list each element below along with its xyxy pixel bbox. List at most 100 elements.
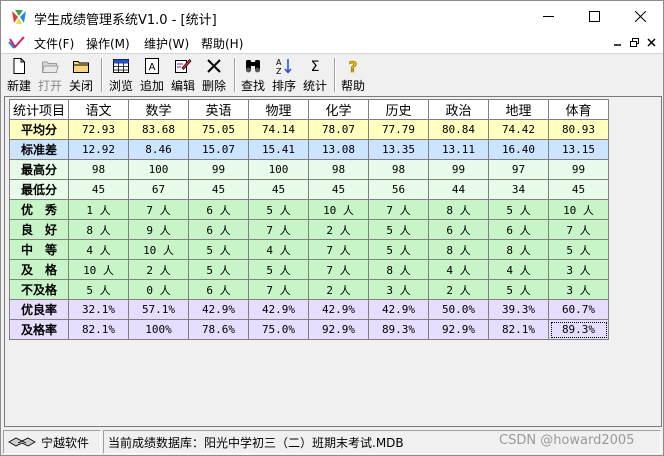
table-cell[interactable]: 100	[248, 159, 309, 180]
table-cell[interactable]: 7 人	[308, 259, 369, 280]
table-cell[interactable]: 45	[248, 179, 309, 200]
table-cell[interactable]: 2 人	[308, 279, 369, 300]
table-row[interactable]: 不及格 5 人0 人6 人7 人2 人3 人2 人5 人3 人	[9, 279, 609, 300]
table-cell[interactable]: 4 人	[248, 239, 309, 260]
table-cell[interactable]: 92.9%	[308, 319, 369, 340]
table-cell[interactable]: 10 人	[68, 259, 129, 280]
table-cell[interactable]: 5 人	[68, 279, 129, 300]
table-cell[interactable]: 75.0%	[248, 319, 309, 340]
table-cell[interactable]: 10 人	[128, 239, 189, 260]
table-cell[interactable]: 42.9%	[188, 299, 249, 320]
table-cell[interactable]: 1 人	[68, 199, 129, 220]
table-cell[interactable]: 13.08	[308, 139, 369, 160]
add-button[interactable]: A 追加	[138, 55, 166, 95]
table-cell[interactable]: 4 人	[428, 259, 489, 280]
table-cell[interactable]: 9 人	[128, 219, 189, 240]
table-cell[interactable]: 13.35	[368, 139, 429, 160]
document-menu-icon[interactable]	[8, 35, 26, 51]
table-cell[interactable]: 3 人	[548, 259, 609, 280]
table-cell[interactable]: 5 人	[368, 239, 429, 260]
table-cell[interactable]: 67	[128, 179, 189, 200]
table-cell[interactable]: 32.1%	[68, 299, 129, 320]
table-cell[interactable]: 8 人	[68, 219, 129, 240]
table-cell[interactable]: 45	[308, 179, 369, 200]
table-cell[interactable]: 8 人	[428, 199, 489, 220]
browse-button[interactable]: 浏览	[107, 55, 135, 95]
table-cell[interactable]: 8 人	[428, 239, 489, 260]
table-cell[interactable]: 78.6%	[188, 319, 249, 340]
table-cell[interactable]: 4 人	[68, 239, 129, 260]
table-cell[interactable]: 39.3%	[488, 299, 549, 320]
table-row[interactable]: 中 等4 人 10 人5 人4 人7 人5 人8 人8 人5 人	[9, 239, 609, 260]
table-cell[interactable]: 2 人	[308, 219, 369, 240]
child-minimize-button[interactable]	[610, 36, 625, 49]
table-cell[interactable]: 45	[188, 179, 249, 200]
table-row[interactable]: 标准差 12.92 8.46 15.07 15.41 13.08 13.35 13.11 16.…	[9, 139, 609, 160]
maximize-button[interactable]	[571, 1, 617, 32]
table-cell[interactable]: 5 人	[248, 199, 309, 220]
table-cell[interactable]: 82.1%	[488, 319, 549, 340]
table-cell[interactable]: 6 人	[188, 219, 249, 240]
child-restore-button[interactable]	[627, 36, 642, 49]
table-cell[interactable]: 7 人	[128, 199, 189, 220]
table-cell[interactable]: 78.07	[308, 119, 369, 140]
edit-button[interactable]: 编辑	[169, 55, 197, 95]
table-row[interactable]: 优良率 32.1% 57.1% 42.9% 42.9% 42.9% 42.9% 50.0% 39…	[9, 299, 609, 320]
table-cell[interactable]: 12.92	[68, 139, 129, 160]
table-cell[interactable]: 45	[548, 179, 609, 200]
help-button[interactable]: ? 帮助	[339, 55, 367, 95]
table-cell[interactable]: 42.9%	[368, 299, 429, 320]
column-header[interactable]: 物理	[248, 99, 309, 120]
find-button[interactable]: 查找	[239, 55, 267, 95]
table-cell[interactable]: 10 人	[548, 199, 609, 220]
table-cell[interactable]: 8 人	[488, 239, 549, 260]
table-cell[interactable]: 60.7%	[548, 299, 609, 320]
table-cell[interactable]: 97	[488, 159, 549, 180]
column-header[interactable]: 历史	[368, 99, 429, 120]
table-row[interactable]: 优 秀1 人7 人6 人5 人 10 人7 人8 人5 人 10 人	[9, 199, 609, 220]
table-row[interactable]: 良 好8 人9 人6 人7 人2 人5 人6 人6 人7 人	[9, 219, 609, 240]
table-cell[interactable]: 99	[188, 159, 249, 180]
table-cell[interactable]: 5 人	[188, 259, 249, 280]
stats-button[interactable]: Σ 统计	[301, 55, 329, 95]
table-cell[interactable]: 44	[428, 179, 489, 200]
close-document-button[interactable]: 关闭	[67, 55, 95, 95]
table-cell[interactable]: 5 人	[368, 219, 429, 240]
table-cell[interactable]: 56	[368, 179, 429, 200]
table-cell[interactable]: 6 人	[188, 199, 249, 220]
table-cell[interactable]: 8 人	[368, 259, 429, 280]
column-header[interactable]: 数学	[128, 99, 189, 120]
table-cell[interactable]: 72.93	[68, 119, 129, 140]
column-header[interactable]: 体育	[548, 99, 609, 120]
table-cell[interactable]: 80.93	[548, 119, 609, 140]
table-cell[interactable]: 15.07	[188, 139, 249, 160]
table-cell[interactable]: 50.0%	[428, 299, 489, 320]
table-cell[interactable]: 13.15	[548, 139, 609, 160]
table-cell[interactable]: 100%	[128, 319, 189, 340]
table-cell[interactable]: 45	[68, 179, 129, 200]
table-cell[interactable]: 75.05	[188, 119, 249, 140]
table-cell[interactable]: 5 人	[548, 239, 609, 260]
table-cell[interactable]: 8.46	[128, 139, 189, 160]
table-cell[interactable]: 74.14	[248, 119, 309, 140]
table-cell[interactable]: 92.9%	[428, 319, 489, 340]
table-cell[interactable]: 5 人	[188, 239, 249, 260]
table-cell[interactable]: 7 人	[548, 219, 609, 240]
table-cell[interactable]: 74.42	[488, 119, 549, 140]
delete-button[interactable]: 删除	[200, 55, 228, 95]
table-cell[interactable]: 6 人	[428, 219, 489, 240]
sort-button[interactable]: AZ 排序	[270, 55, 298, 95]
table-cell[interactable]: 15.41	[248, 139, 309, 160]
table-cell[interactable]: 82.1%	[68, 319, 129, 340]
table-cell[interactable]: 98	[308, 159, 369, 180]
minimize-button[interactable]	[525, 1, 571, 32]
column-header[interactable]: 地理	[488, 99, 549, 120]
column-header[interactable]: 语文	[68, 99, 129, 120]
menu-help[interactable]: 帮助(H)	[201, 35, 243, 52]
new-button[interactable]: 新建	[5, 55, 33, 95]
table-cell[interactable]: 7 人	[308, 239, 369, 260]
table-cell[interactable]: 10 人	[308, 199, 369, 220]
table-cell[interactable]: 0 人	[128, 279, 189, 300]
table-cell[interactable]: 42.9%	[248, 299, 309, 320]
title-bar[interactable]: 学生成绩管理系统V1.0 - [统计]	[1, 1, 663, 32]
